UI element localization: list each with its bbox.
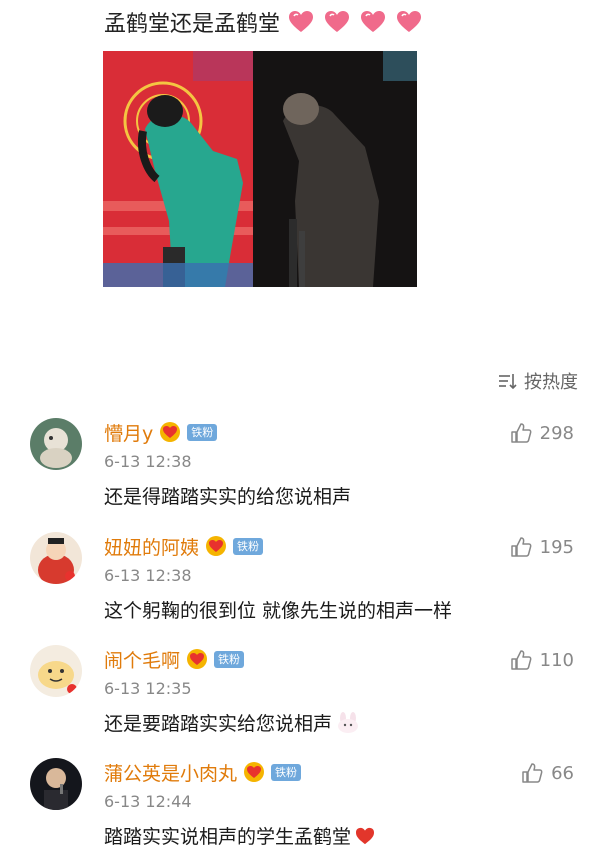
user-line: 蒲公英是小肉丸 铁粉 [104,758,302,786]
comment-text: 这个躬鞠的很到位 就像先生说的相声一样 [104,600,453,622]
fan-badge: 铁粉 [214,650,245,668]
sort-button[interactable]: 按热度 [498,368,578,394]
comment-item: 蒲公英是小肉丸 铁粉 6-13 12:44 踏踏实实说相声的学生孟鹤堂 66 [0,758,600,868]
post-photo[interactable] [103,51,417,287]
like-button[interactable]: 110 [510,649,574,671]
like-button[interactable]: 298 [510,422,574,444]
post-text: 孟鹤堂还是孟鹤堂 [104,6,422,38]
comment-item: 闹个毛啊 铁粉 6-13 12:35 还是要踏踏实实给您说相声 110 [0,645,600,755]
sort-icon [499,374,517,390]
heart-icon [397,11,422,32]
like-count: 110 [539,649,574,671]
vip-heart-icon [244,762,265,782]
bunny-emoji-icon [338,711,359,733]
heart-emoji-group [288,10,422,34]
vip-heart-icon [206,536,227,556]
comment-text: 还是要踏踏实实给您说相声 [104,709,360,736]
like-button[interactable]: 66 [521,762,574,784]
fan-badge: 铁粉 [271,763,302,781]
thumbs-up-icon [522,763,543,783]
fan-badge: 铁粉 [187,423,218,441]
like-count: 66 [551,762,574,784]
comment-text: 还是得踏踏实实的给您说相声 [104,486,352,508]
avatar[interactable] [30,758,82,810]
fan-badge: 铁粉 [233,537,264,555]
comment-time: 6-13 12:44 [104,792,192,811]
comment-item: 妞妞的阿姨 铁粉 6-13 12:38 这个躬鞠的很到位 就像先生说的相声一样 … [0,532,600,642]
comment-time: 6-13 12:38 [104,566,192,585]
vip-heart-icon [160,422,181,442]
red-heart-icon [356,827,375,844]
heart-icon [325,11,350,32]
sort-label: 按热度 [524,372,578,393]
like-button[interactable]: 195 [510,536,574,558]
avatar[interactable] [30,645,82,697]
heart-icon [289,11,314,32]
like-count: 195 [539,536,574,558]
user-line: 妞妞的阿姨 铁粉 [104,532,264,560]
post-photo-image [103,51,417,287]
comment-item: 懵月y 铁粉 6-13 12:38 还是得踏踏实实的给您说相声 298 [0,418,600,528]
username[interactable]: 妞妞的阿姨 [104,533,199,560]
thumbs-up-icon [510,423,532,443]
username[interactable]: 闹个毛啊 [104,646,180,673]
username[interactable]: 蒲公英是小肉丸 [104,759,237,786]
heart-icon [361,11,386,32]
comment-time: 6-13 12:38 [104,452,192,471]
comment-text-label: 还是要踏踏实实给您说相声 [104,713,333,735]
user-line: 闹个毛啊 铁粉 [104,645,245,673]
thumbs-up-icon [510,537,532,557]
avatar[interactable] [30,532,82,584]
thumbs-up-icon [510,650,532,670]
comment-text: 踏踏实实说相声的学生孟鹤堂 [104,822,375,849]
comment-text-label: 踏踏实实说相声的学生孟鹤堂 [104,826,352,848]
post-text-label: 孟鹤堂还是孟鹤堂 [104,12,281,37]
comment-time: 6-13 12:35 [104,679,192,698]
avatar[interactable] [30,418,82,470]
like-count: 298 [539,422,574,444]
user-line: 懵月y 铁粉 [104,418,218,446]
username[interactable]: 懵月y [104,419,153,446]
vip-heart-icon [187,649,208,669]
